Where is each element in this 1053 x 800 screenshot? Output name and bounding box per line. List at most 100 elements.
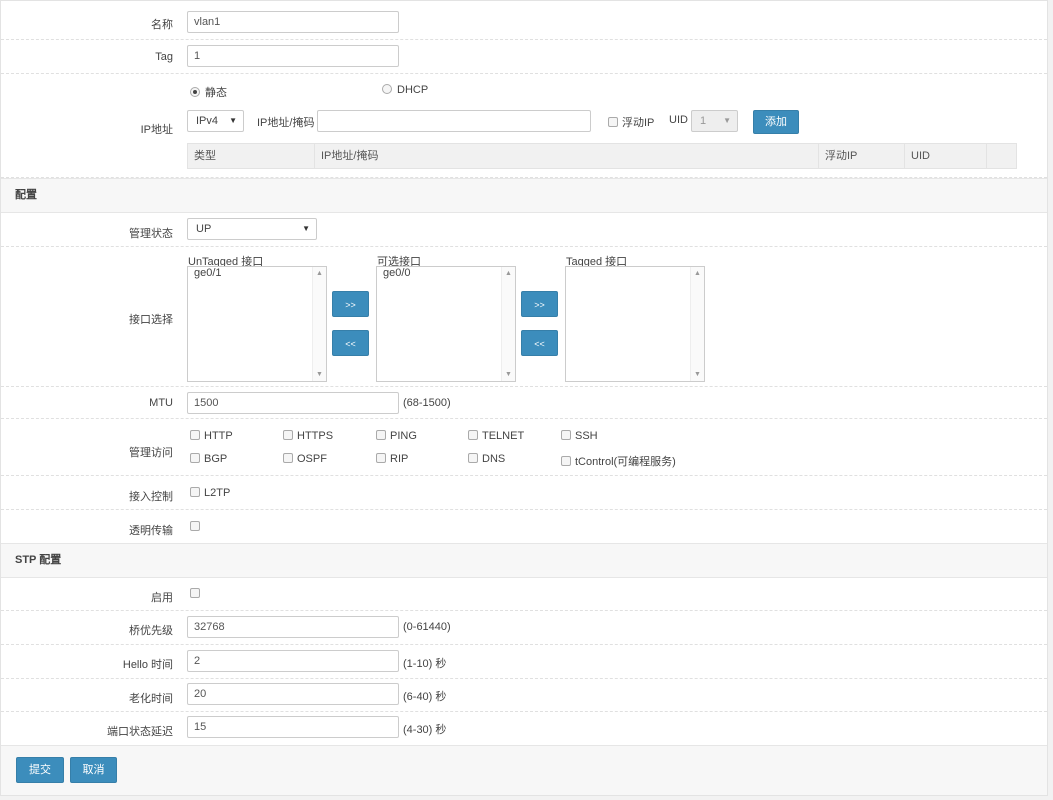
hello-time-input[interactable]: 2 [187, 650, 399, 672]
access-l2tp-label: L2TP [204, 487, 231, 499]
float-ip-checkbox[interactable]: 浮动IP [608, 114, 654, 130]
add-ip-button[interactable]: 添加 [753, 110, 799, 134]
untagged-listbox[interactable]: ge0/1 ▲ ▼ [187, 266, 327, 382]
available-listbox[interactable]: ge0/0 ▲ ▼ [376, 266, 516, 382]
mgmt-ssh-checkbox[interactable]: SSH [561, 430, 598, 442]
move-to-tagged-button[interactable]: >> [521, 291, 558, 317]
mode-dhcp-radio[interactable]: DHCP [382, 84, 428, 96]
chevron-down-icon: ▼ [723, 116, 731, 125]
aging-time-input[interactable]: 20 [187, 683, 399, 705]
float-ip-label: 浮动IP [622, 117, 655, 129]
aging-time-row: 老化时间 20 (6-40) 秒 [1, 679, 1047, 712]
bridge-priority-hint: (0-61440) [403, 621, 451, 633]
move-from-untagged-button[interactable]: << [332, 330, 369, 356]
checkbox-icon [190, 430, 200, 440]
tag-row: Tag 1 [1, 40, 1047, 74]
checkbox-icon [561, 456, 571, 466]
checkbox-icon [468, 453, 478, 463]
move-from-tagged-button[interactable]: << [521, 330, 558, 356]
mgmt-ospf-checkbox[interactable]: OSPF [283, 453, 327, 465]
scroll-down-icon[interactable]: ▼ [316, 371, 323, 378]
hello-time-hint: (1-10) 秒 [403, 658, 447, 670]
chevron-down-icon: ▼ [229, 116, 237, 125]
mgmt-dns-checkbox[interactable]: DNS [468, 453, 505, 465]
mgmt-telnet-checkbox[interactable]: TELNET [468, 430, 524, 442]
mode-dhcp-label: DHCP [397, 84, 429, 96]
bridge-priority-label: 桥优先级 [129, 625, 173, 637]
transparent-checkbox[interactable] [190, 521, 204, 533]
uid-select[interactable]: 1 ▼ [691, 110, 738, 132]
th-type: 类型 [188, 144, 315, 168]
access-l2tp-checkbox[interactable]: L2TP [190, 487, 230, 499]
radio-unchecked-icon [382, 84, 392, 94]
transparent-label: 透明传输 [129, 525, 173, 537]
submit-button[interactable]: 提交 [16, 757, 64, 783]
mgmt-tcontrol-label: tControl(可编程服务) [575, 456, 676, 468]
untagged-item[interactable]: ge0/1 [188, 267, 326, 280]
bridge-priority-input[interactable]: 32768 [187, 616, 399, 638]
mgmt-rip-label: RIP [390, 453, 409, 465]
stp-enable-checkbox[interactable] [190, 588, 204, 600]
hello-time-row: Hello 时间 2 (1-10) 秒 [1, 645, 1047, 679]
tag-input[interactable]: 1 [187, 45, 399, 67]
mode-static-radio[interactable]: 静态 [190, 84, 227, 100]
form-footer: 提交 取消 [1, 745, 1047, 795]
scrollbar[interactable]: ▲ ▼ [501, 267, 515, 381]
scroll-up-icon[interactable]: ▲ [694, 270, 701, 277]
available-item[interactable]: ge0/0 [377, 267, 515, 280]
mgmt-bgp-checkbox[interactable]: BGP [190, 453, 227, 465]
admin-state-select[interactable]: UP ▼ [187, 218, 317, 240]
mgmt-http-label: HTTP [204, 430, 233, 442]
iface-select-label: 接口选择 [129, 314, 173, 326]
scrollbar[interactable]: ▲ ▼ [690, 267, 704, 381]
name-label: 名称 [151, 19, 173, 31]
mgmt-ssh-label: SSH [575, 430, 598, 442]
checkbox-icon [376, 453, 386, 463]
checkbox-icon [376, 430, 386, 440]
iface-select-row: 接口选择 UnTagged 接口 ge0/1 ▲ ▼ >> << 可选接口 ge0… [1, 247, 1047, 387]
move-to-untagged-button[interactable]: >> [332, 291, 369, 317]
ip-version-select[interactable]: IPv4 ▼ [187, 110, 244, 132]
th-uid: UID [905, 144, 987, 168]
mgmt-tcontrol-checkbox[interactable]: tControl(可编程服务) [561, 453, 676, 469]
ip-table-header: 类型 IP地址/掩码 浮动IP UID [187, 143, 1017, 169]
scroll-up-icon[interactable]: ▲ [505, 270, 512, 277]
forward-delay-input[interactable]: 15 [187, 716, 399, 738]
scroll-down-icon[interactable]: ▼ [694, 371, 701, 378]
mgmt-ping-label: PING [390, 430, 417, 442]
tagged-listbox[interactable]: ▲ ▼ [565, 266, 705, 382]
admin-state-value: UP [196, 223, 212, 235]
admin-state-row: 管理状态 UP ▼ [1, 213, 1047, 247]
scroll-down-icon[interactable]: ▼ [505, 371, 512, 378]
mode-static-label: 静态 [205, 87, 227, 99]
name-input[interactable]: vlan1 [187, 11, 399, 33]
ip-version-value: IPv4 [196, 115, 219, 127]
stp-enable-row: 启用 [1, 578, 1047, 611]
mgmt-https-checkbox[interactable]: HTTPS [283, 430, 333, 442]
mgmt-ping-checkbox[interactable]: PING [376, 430, 417, 442]
transparent-row: 透明传输 [1, 510, 1047, 543]
mtu-input[interactable]: 1500 [187, 392, 399, 414]
mgmt-bgp-label: BGP [204, 453, 228, 465]
mgmt-https-label: HTTPS [297, 430, 334, 442]
tag-label: Tag [155, 51, 173, 63]
mgmt-ospf-label: OSPF [297, 453, 327, 465]
uid-label: UID [669, 114, 688, 126]
vlan-form-panel: 名称 vlan1 Tag 1 静态 DHCP IP地址 IPv4 ▼ IP地址/掩… [0, 0, 1048, 796]
ip-mask-input[interactable] [317, 110, 591, 132]
mgmt-rip-checkbox[interactable]: RIP [376, 453, 408, 465]
scrollbar[interactable]: ▲ ▼ [312, 267, 326, 381]
cancel-button[interactable]: 取消 [70, 757, 117, 783]
mgmt-access-label: 管理访问 [129, 447, 173, 459]
checkbox-icon [190, 453, 200, 463]
mgmt-telnet-label: TELNET [482, 430, 525, 442]
stp-enable-label: 启用 [151, 592, 173, 604]
scroll-up-icon[interactable]: ▲ [316, 270, 323, 277]
checkbox-icon [190, 487, 200, 497]
mtu-row: MTU 1500 (68-1500) [1, 387, 1047, 419]
hello-time-label: Hello 时间 [122, 659, 173, 671]
mgmt-http-checkbox[interactable]: HTTP [190, 430, 233, 442]
aging-time-label: 老化时间 [129, 693, 173, 705]
ip-mask-label: IP地址/掩码 [257, 117, 315, 129]
th-actions [987, 144, 1016, 168]
